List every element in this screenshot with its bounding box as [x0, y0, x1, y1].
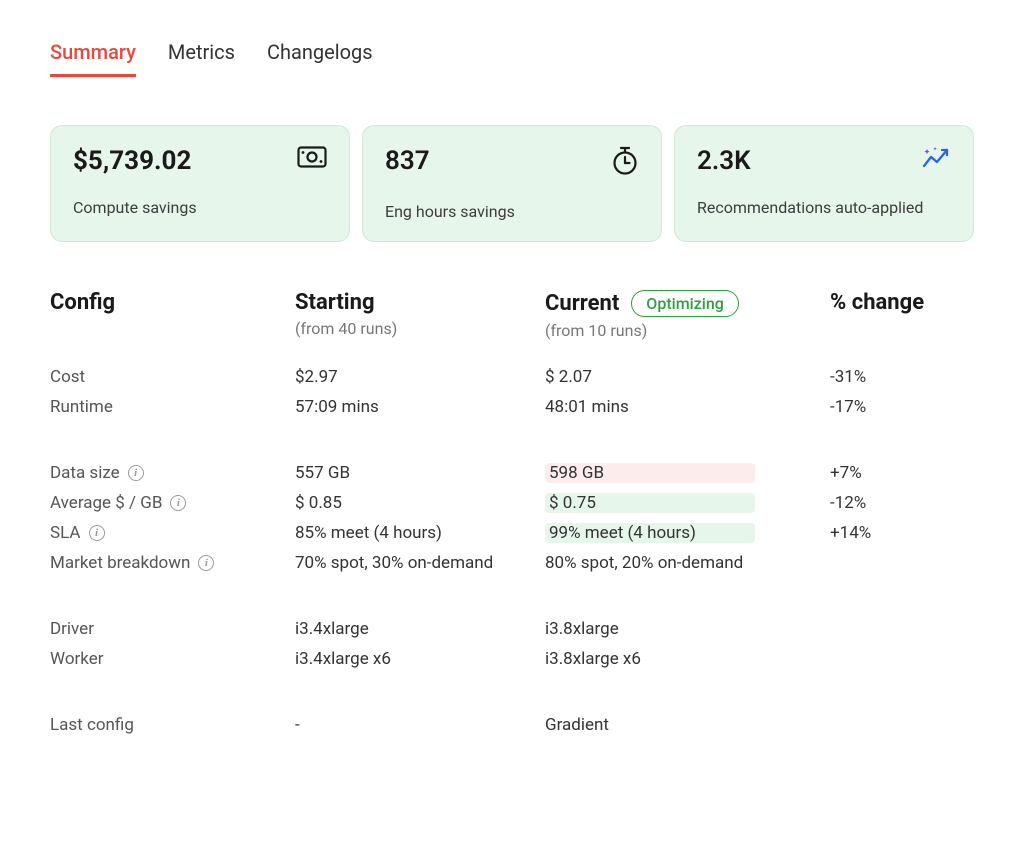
lastconfig-change [830, 710, 990, 740]
runtime-change: -17% [830, 392, 990, 422]
cost-starting: $2.97 [295, 362, 545, 392]
info-icon[interactable]: i [198, 555, 214, 571]
stats-row: $5,739.02 Compute savings 837 [50, 125, 974, 242]
compute-savings-value: $5,739.02 [73, 146, 191, 176]
worker-change [830, 644, 990, 674]
recommendations-label: Recommendations auto-applied [697, 198, 951, 217]
stopwatch-icon [611, 146, 639, 180]
eng-hours-label: Eng hours savings [385, 202, 639, 221]
avgpergb-label: Average $ / GB i [50, 488, 295, 518]
current-sub: (from 10 runs) [545, 321, 830, 340]
avgpergb-current-cell: $ 0.75 [545, 488, 830, 518]
info-icon[interactable]: i [89, 525, 105, 541]
market-label: Market breakdown i [50, 548, 295, 578]
runtime-current: 48:01 mins [545, 392, 830, 422]
worker-starting: i3.4xlarge x6 [295, 644, 545, 674]
driver-label: Driver [50, 614, 295, 644]
market-starting: 70% spot, 30% on-demand [295, 548, 545, 578]
worker-label: Worker [50, 644, 295, 674]
pct-change-header: % change [830, 290, 990, 315]
eng-hours-value: 837 [385, 146, 430, 176]
avgpergb-starting: $ 0.85 [295, 488, 545, 518]
driver-starting: i3.4xlarge [295, 614, 545, 644]
lastconfig-current: Gradient [545, 710, 830, 740]
config-header: Config [50, 290, 295, 315]
market-change [830, 548, 990, 578]
datasize-starting: 557 GB [295, 458, 545, 488]
current-header: Current Optimizing [545, 290, 830, 317]
market-current: 80% spot, 20% on-demand [545, 548, 830, 578]
config-grid: Config Starting (from 40 runs) Current O… [50, 290, 974, 740]
stat-card-eng-hours: 837 Eng hours savings [362, 125, 662, 242]
datasize-current: 598 GB [545, 463, 755, 483]
cost-change: -31% [830, 362, 990, 392]
datasize-label: Data size i [50, 458, 295, 488]
sla-starting: 85% meet (4 hours) [295, 518, 545, 548]
sparkle-trend-icon [921, 146, 951, 174]
sla-label: SLA i [50, 518, 295, 548]
stat-card-recommendations: 2.3K Recommendations auto-applied [674, 125, 974, 242]
tabs-bar: Summary Metrics Changelogs [50, 40, 974, 77]
recommendations-value: 2.3K [697, 146, 751, 176]
tab-summary[interactable]: Summary [50, 40, 136, 77]
avgpergb-change: -12% [830, 488, 990, 518]
stat-card-compute-savings: $5,739.02 Compute savings [50, 125, 350, 242]
money-icon [297, 146, 327, 172]
lastconfig-label: Last config [50, 710, 295, 740]
sla-current-cell: 99% meet (4 hours) [545, 518, 830, 548]
starting-header: Starting [295, 290, 545, 315]
avgpergb-label-text: Average $ / GB [50, 493, 162, 513]
info-icon[interactable]: i [128, 465, 144, 481]
worker-current: i3.8xlarge x6 [545, 644, 830, 674]
market-label-text: Market breakdown [50, 553, 190, 573]
cost-label: Cost [50, 362, 295, 392]
starting-sub: (from 40 runs) [295, 319, 545, 338]
tab-metrics[interactable]: Metrics [168, 40, 235, 77]
driver-current: i3.8xlarge [545, 614, 830, 644]
tab-changelogs[interactable]: Changelogs [267, 40, 373, 77]
runtime-starting: 57:09 mins [295, 392, 545, 422]
sla-current: 99% meet (4 hours) [545, 523, 755, 543]
current-header-text: Current [545, 291, 619, 316]
optimizing-badge: Optimizing [631, 290, 739, 317]
cost-current: $ 2.07 [545, 362, 830, 392]
avgpergb-current: $ 0.75 [545, 493, 755, 513]
sla-label-text: SLA [50, 523, 81, 543]
lastconfig-starting: - [295, 710, 545, 740]
runtime-label: Runtime [50, 392, 295, 422]
datasize-current-cell: 598 GB [545, 458, 830, 488]
sla-change: +14% [830, 518, 990, 548]
driver-change [830, 614, 990, 644]
datasize-label-text: Data size [50, 463, 120, 483]
info-icon[interactable]: i [170, 495, 186, 511]
compute-savings-label: Compute savings [73, 198, 327, 217]
datasize-change: +7% [830, 458, 990, 488]
